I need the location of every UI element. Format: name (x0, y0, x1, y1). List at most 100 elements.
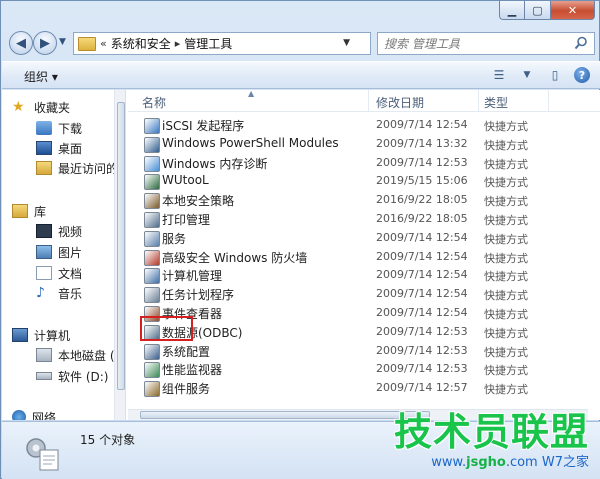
file-name[interactable]: 打印管理 (162, 211, 210, 228)
arrow-right-icon: ▶ (40, 35, 50, 51)
file-type: 快捷方式 (484, 176, 528, 190)
shortcut-icon (144, 249, 160, 266)
column-divider[interactable] (548, 90, 549, 112)
file-name[interactable]: 高级安全 Windows 防火墙 (162, 249, 307, 266)
nav-network[interactable]: 网络 (12, 408, 56, 420)
file-type: 快捷方式 (484, 120, 528, 133)
table-row[interactable]: 性能监视器 2009/7/14 12:53 快捷方式 (128, 360, 600, 379)
nav-item-local-disk-c[interactable]: 本地磁盘 (C (36, 346, 123, 364)
table-row[interactable]: 系统配置 2009/7/14 12:53 快捷方式 (128, 342, 600, 361)
search-placeholder: 搜索 管理工具 (384, 37, 460, 51)
column-header-name[interactable]: 名称 (142, 94, 166, 111)
file-name[interactable]: 性能监视器 (162, 361, 222, 378)
nav-item-music[interactable]: ♪ 音乐 (36, 284, 82, 302)
horizontal-scrollbar-thumb[interactable] (140, 411, 430, 419)
file-type: 快捷方式 (484, 326, 528, 340)
breadcrumb-overflow[interactable]: « (100, 37, 107, 50)
file-name[interactable]: 系统配置 (162, 343, 210, 360)
shortcut-icon (144, 155, 160, 172)
table-row[interactable]: 计算机管理 2009/7/14 12:54 快捷方式 (128, 266, 600, 285)
music-icon: ♪ (36, 285, 45, 301)
help-icon[interactable]: ? (574, 67, 590, 83)
nav-item-recent[interactable]: 最近访问的 (36, 159, 118, 177)
file-type: 快捷方式 (484, 195, 528, 209)
file-modified: 2009/7/14 12:53 (376, 155, 468, 169)
navigation-scrollbar-thumb[interactable] (117, 102, 125, 390)
downloads-icon (36, 121, 52, 135)
table-row[interactable]: WUtooL 2019/5/15 15:06 快捷方式 (128, 172, 600, 191)
drive-icon (36, 348, 52, 362)
column-divider[interactable] (368, 90, 369, 112)
file-name[interactable]: 本地安全策略 (162, 192, 234, 209)
file-name[interactable]: Windows 内存诊断 (162, 155, 267, 172)
shortcut-icon (144, 212, 160, 228)
organize-button[interactable]: 组织 ▾ (24, 68, 58, 85)
column-headers: ▲ 名称 修改日期 类型 (128, 89, 600, 112)
content-area: ★ 收藏夹 下载 桌面 最近访问的 库 视频 图片 文档 ♪ 音乐 计算机 本地… (2, 89, 600, 420)
view-dropdown-icon[interactable]: ▼ (518, 66, 536, 84)
search-icon[interactable] (574, 36, 588, 50)
nav-libraries[interactable]: 库 (12, 202, 46, 220)
navigation-row: ◀ ▶ ▼ « 系统和安全 ▸ 管理工具 ▼ ⟳ 搜索 管理工具 (7, 29, 595, 59)
table-row[interactable]: 高级安全 Windows 防火墙 2009/7/14 12:54 快捷方式 (128, 248, 600, 267)
nav-item-documents[interactable]: 文档 (36, 264, 82, 282)
table-row[interactable]: iSCSI 发起程序 2009/7/14 12:54 快捷方式 (128, 116, 600, 135)
file-name[interactable]: 计算机管理 (162, 267, 222, 284)
shortcut-icon (144, 287, 160, 304)
column-divider[interactable] (478, 90, 479, 112)
nav-item-downloads[interactable]: 下载 (36, 119, 82, 137)
shortcut-icon (144, 362, 160, 379)
table-row[interactable]: 打印管理 2016/9/22 18:05 快捷方式 (128, 210, 600, 229)
close-button[interactable]: ✕ (551, 1, 595, 20)
column-header-type[interactable]: 类型 (484, 94, 508, 111)
nav-favorites[interactable]: ★ 收藏夹 (12, 98, 70, 116)
view-options-icon[interactable]: ☰ (490, 66, 508, 84)
file-modified: 2009/7/14 12:53 (376, 343, 468, 357)
navigation-scrollbar[interactable] (114, 90, 125, 420)
table-row[interactable]: 事件查看器 2009/7/14 12:54 快捷方式 (128, 304, 600, 323)
file-name[interactable]: 任务计划程序 (162, 286, 234, 303)
search-box[interactable]: 搜索 管理工具 (377, 32, 595, 55)
table-row[interactable]: 数据源(ODBC) 2009/7/14 12:53 快捷方式 (128, 323, 600, 342)
shortcut-icon (144, 174, 160, 191)
table-row[interactable]: 任务计划程序 2009/7/14 12:54 快捷方式 (128, 285, 600, 304)
address-bar[interactable]: « 系统和安全 ▸ 管理工具 ▼ ⟳ (73, 32, 389, 55)
watermark-title: 技术员联盟 (393, 410, 589, 454)
command-bar: 组织 ▾ ☰ ▼ ▯ ? (2, 61, 600, 89)
table-row[interactable]: Windows PowerShell Modules 2009/7/14 13:3… (128, 135, 600, 154)
file-name[interactable]: 服务 (162, 230, 186, 247)
table-row[interactable]: Windows 内存诊断 2009/7/14 12:53 快捷方式 (128, 154, 600, 173)
minimize-button[interactable]: ▁ (499, 1, 525, 20)
back-button[interactable]: ◀ (9, 31, 33, 55)
file-type: 快捷方式 (484, 270, 528, 284)
maximize-button[interactable]: ▢ (525, 1, 551, 20)
breadcrumb-system-security[interactable]: 系统和安全 (111, 35, 171, 52)
recent-pages-dropdown-icon[interactable]: ▼ (59, 37, 66, 47)
forward-button[interactable]: ▶ (33, 31, 57, 55)
breadcrumb-separator-icon[interactable]: ▸ (175, 37, 181, 50)
nav-computer[interactable]: 计算机 (12, 326, 70, 344)
shortcut-icon (144, 381, 160, 398)
address-dropdown-icon[interactable]: ▼ (343, 38, 350, 48)
file-name[interactable]: iSCSI 发起程序 (162, 117, 244, 134)
file-type: 快捷方式 (484, 157, 528, 171)
file-name[interactable]: Windows PowerShell Modules (162, 136, 339, 150)
file-modified: 2009/7/14 12:54 (376, 268, 468, 282)
column-header-modified[interactable]: 修改日期 (376, 94, 424, 111)
table-row[interactable]: 本地安全策略 2016/9/22 18:05 快捷方式 (128, 191, 600, 210)
table-row[interactable]: 服务 2009/7/14 12:54 快捷方式 (128, 229, 600, 248)
breadcrumb-admin-tools[interactable]: 管理工具 (184, 35, 232, 52)
file-type: 快捷方式 (484, 308, 528, 321)
table-row[interactable]: 组件服务 2009/7/14 12:57 快捷方式 (128, 379, 600, 398)
preview-pane-icon[interactable]: ▯ (546, 66, 564, 84)
nav-item-pictures[interactable]: 图片 (36, 243, 82, 261)
file-name[interactable]: 组件服务 (162, 380, 210, 397)
navigation-pane: ★ 收藏夹 下载 桌面 最近访问的 库 视频 图片 文档 ♪ 音乐 计算机 本地… (2, 90, 126, 420)
file-modified: 2009/7/14 12:54 (376, 249, 468, 263)
nav-item-software-d[interactable]: 软件 (D:) (36, 367, 108, 385)
file-name[interactable]: WUtooL (162, 173, 209, 187)
file-type: 快捷方式 (484, 383, 528, 397)
nav-item-desktop[interactable]: 桌面 (36, 139, 82, 157)
shortcut-icon (144, 193, 160, 210)
nav-item-videos[interactable]: 视频 (36, 222, 82, 240)
